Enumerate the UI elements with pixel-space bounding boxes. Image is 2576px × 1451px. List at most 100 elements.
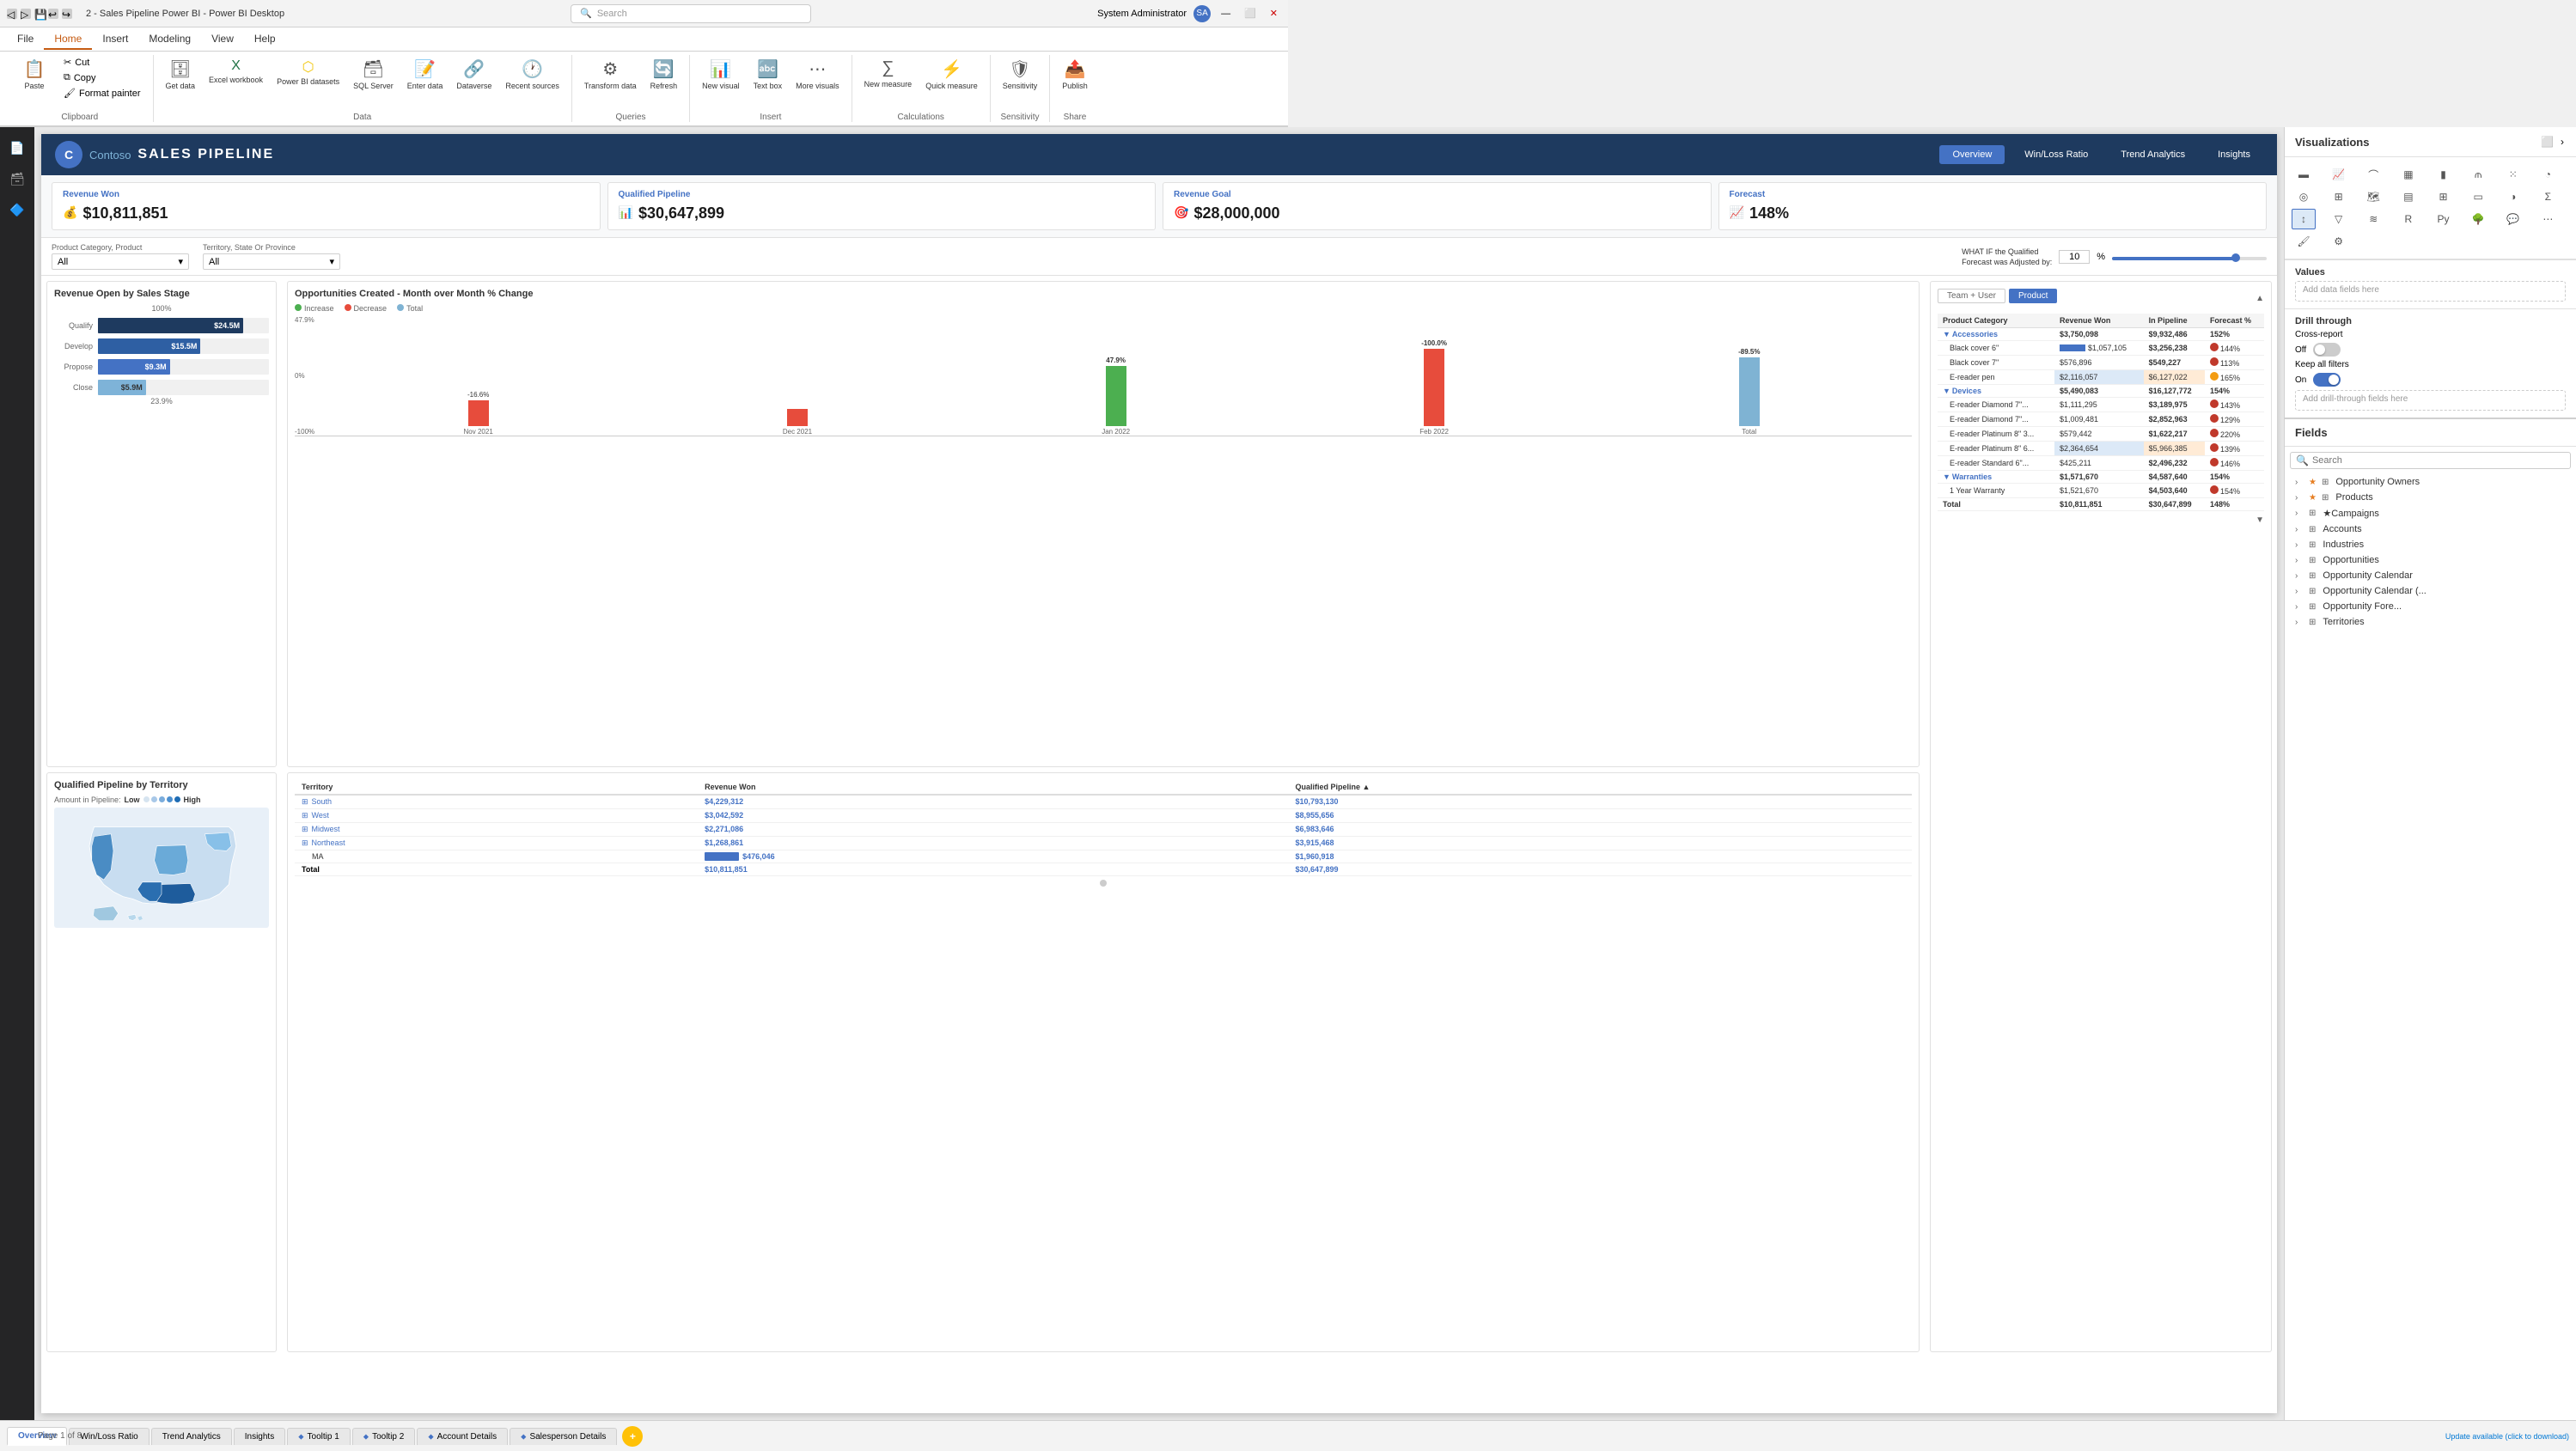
values-drop-zone[interactable]: Add data fields here bbox=[2295, 281, 2566, 302]
new-measure-button[interactable]: ∑ New measure bbox=[859, 55, 918, 93]
viz-card[interactable]: ▭ bbox=[2466, 186, 2490, 207]
tab-product[interactable]: Product bbox=[2009, 289, 2057, 303]
field-products[interactable]: › ★ ⊞ Products bbox=[2285, 490, 2576, 505]
viz-combo-chart[interactable]: ⫙ bbox=[2466, 164, 2490, 185]
tab-account-details[interactable]: ⬥ Account Details bbox=[417, 1428, 508, 1445]
ereader-standard-row[interactable]: E-reader Standard 6"... $425,211 $2,496,… bbox=[1938, 456, 2264, 471]
powerbi-datasets-button[interactable]: ⬡ Power BI datasets bbox=[272, 55, 345, 90]
viz-treemap[interactable]: ⊞ bbox=[2327, 186, 2351, 207]
viz-bar-chart[interactable]: ▬ bbox=[2292, 164, 2316, 185]
paste-button[interactable]: 📋 Paste bbox=[14, 55, 55, 94]
nav-insights[interactable]: Insights bbox=[2205, 145, 2263, 164]
viz-expand-icon[interactable]: ⬜ bbox=[2539, 134, 2555, 149]
viz-python[interactable]: Py bbox=[2432, 209, 2456, 229]
viz-paint[interactable]: 🖌 bbox=[2292, 231, 2316, 252]
redo-btn[interactable]: ↪ bbox=[62, 9, 72, 19]
viz-r-visual[interactable]: R bbox=[2396, 209, 2420, 229]
table-row[interactable]: MA $476,046 $1,960,918 bbox=[295, 850, 1912, 863]
ereader-diamond-7-1-row[interactable]: E-reader Diamond 7"... $1,111,295 $3,189… bbox=[1938, 398, 2264, 412]
viz-waterfall[interactable]: ↕ bbox=[2292, 209, 2316, 229]
get-data-button[interactable]: 🗄 Get data bbox=[161, 55, 201, 94]
status-bar[interactable]: Update available (click to download) bbox=[2284, 1420, 2576, 1451]
devices-row[interactable]: ▼Devices $5,490,083 $16,127,772 154% bbox=[1938, 385, 2264, 398]
field-opportunities[interactable]: › ⊞ Opportunities bbox=[2285, 552, 2576, 568]
field-industries[interactable]: › ⊞ Industries bbox=[2285, 537, 2576, 552]
viz-table[interactable]: ▤ bbox=[2396, 186, 2420, 207]
table-row[interactable]: ⊞South $4,229,312 $10,793,130 bbox=[295, 795, 1912, 809]
viz-funnel[interactable]: ▽ bbox=[2327, 209, 2351, 229]
maximize-btn[interactable]: ⬜ bbox=[1241, 8, 1260, 19]
whatif-input[interactable] bbox=[2059, 250, 2090, 264]
field-opportunity-calendar[interactable]: › ⊞ Opportunity Calendar bbox=[2285, 568, 2576, 583]
sensitivity-button[interactable]: 🛡 Sensitivity bbox=[998, 55, 1043, 94]
copy-button[interactable]: ⧉ Copy bbox=[58, 70, 146, 85]
nav-trend[interactable]: Trend Analytics bbox=[2108, 145, 2198, 164]
accessories-expand[interactable]: ▼ bbox=[1943, 330, 1950, 338]
excel-button[interactable]: X Excel workbook bbox=[204, 55, 268, 88]
1yr-warranty-row[interactable]: 1 Year Warranty $1,521,670 $4,503,640 15… bbox=[1938, 484, 2264, 498]
table-row[interactable]: ⊞Northeast $1,268,861 $3,915,468 bbox=[295, 836, 1912, 850]
black-cover-6-row[interactable]: Black cover 6" $1,057,105 $3,256,238 144… bbox=[1938, 341, 2264, 356]
nav-overview[interactable]: Overview bbox=[1939, 145, 2005, 164]
tab-view[interactable]: View bbox=[201, 29, 244, 50]
table-row[interactable]: ⊞West $3,042,592 $8,955,656 bbox=[295, 808, 1912, 822]
save-btn[interactable]: 💾 bbox=[34, 9, 45, 19]
viz-matrix[interactable]: ⊞ bbox=[2432, 186, 2456, 207]
tab-insights[interactable]: Insights bbox=[234, 1428, 285, 1445]
tab-salesperson-details[interactable]: ⬥ Salesperson Details bbox=[510, 1428, 617, 1445]
nav-winloss[interactable]: Win/Loss Ratio bbox=[2011, 145, 2101, 164]
sql-server-button[interactable]: 🗃 SQL Server bbox=[348, 55, 399, 94]
fields-search-input[interactable] bbox=[2312, 455, 2565, 466]
tab-trend-analytics[interactable]: Trend Analytics bbox=[151, 1428, 232, 1445]
tab-modeling[interactable]: Modeling bbox=[138, 29, 201, 50]
field-opportunity-owners[interactable]: › ★ ⊞ Opportunity Owners bbox=[2285, 474, 2576, 490]
ereader-platinum-6-row[interactable]: E-reader Platinum 8" 6... $2,364,654 $5,… bbox=[1938, 442, 2264, 456]
refresh-button[interactable]: 🔄 Refresh bbox=[645, 55, 683, 94]
tab-tooltip1[interactable]: ⬥ Tooltip 1 bbox=[287, 1428, 351, 1445]
back-btn[interactable]: ◁ bbox=[7, 9, 17, 19]
drill-drop-zone[interactable]: Add drill-through fields here bbox=[2295, 390, 2566, 411]
black-cover-7-row[interactable]: Black cover 7" $576,896 $549,227 113% bbox=[1938, 356, 2264, 370]
viz-stacked-bar[interactable]: ▦ bbox=[2396, 164, 2420, 185]
viz-pie[interactable]: ◔ bbox=[2536, 164, 2560, 185]
viz-kpi[interactable]: Σ bbox=[2536, 186, 2560, 207]
sidebar-data-icon[interactable]: 🗃 bbox=[3, 165, 31, 192]
enter-data-button[interactable]: 📝 Enter data bbox=[402, 55, 449, 94]
tab-team-user[interactable]: Team + User bbox=[1938, 289, 2005, 303]
ereader-pen-row[interactable]: E-reader pen $2,116,057 $6,127,022 165% bbox=[1938, 370, 2264, 385]
ereader-diamond-7-2-row[interactable]: E-reader Diamond 7"... $1,009,481 $2,852… bbox=[1938, 412, 2264, 427]
ereader-platinum-3-row[interactable]: E-reader Platinum 8" 3... $579,442 $1,62… bbox=[1938, 427, 2264, 442]
whatif-slider-thumb[interactable] bbox=[2231, 253, 2240, 262]
viz-column-chart[interactable]: ▮ bbox=[2432, 164, 2456, 185]
viz-area-chart[interactable]: ⌒ bbox=[2361, 164, 2385, 185]
minimize-btn[interactable]: — bbox=[1218, 9, 1234, 19]
recent-sources-button[interactable]: 🕐 Recent sources bbox=[500, 55, 565, 94]
viz-map[interactable]: 🗺 bbox=[2361, 186, 2385, 207]
viz-scatter[interactable]: ⁙ bbox=[2501, 164, 2525, 185]
warranties-row[interactable]: ▼Warranties $1,571,670 $4,587,640 154% bbox=[1938, 471, 2264, 484]
scroll-down-btn[interactable]: ▼ bbox=[2256, 515, 2264, 525]
viz-format[interactable]: ⚙ bbox=[2327, 231, 2351, 252]
new-visual-button[interactable]: 📊 New visual bbox=[697, 55, 745, 94]
forward-btn[interactable]: ▷ bbox=[21, 9, 31, 19]
product-filter-select[interactable]: All ▾ bbox=[52, 253, 189, 270]
viz-decomp-tree[interactable]: 🌳 bbox=[2466, 209, 2490, 229]
cross-report-toggle[interactable] bbox=[2313, 343, 2341, 357]
viz-line-chart[interactable]: 📈 bbox=[2327, 164, 2351, 185]
viz-donut[interactable]: ◎ bbox=[2292, 186, 2316, 207]
tab-tooltip2[interactable]: ⬥ Tooltip 2 bbox=[352, 1428, 416, 1445]
tab-help[interactable]: Help bbox=[244, 29, 286, 50]
close-btn[interactable]: ✕ bbox=[1267, 8, 1281, 19]
format-painter-button[interactable]: 🖌 Format painter bbox=[58, 86, 146, 101]
viz-gauge[interactable]: ◑ bbox=[2501, 186, 2525, 207]
field-opportunity-calendar-2[interactable]: › ⊞ Opportunity Calendar (... bbox=[2285, 583, 2576, 599]
undo-btn[interactable]: ↩ bbox=[48, 9, 58, 19]
more-visuals-button[interactable]: ⋯ More visuals bbox=[791, 55, 845, 94]
tab-home[interactable]: Home bbox=[44, 29, 92, 50]
field-accounts[interactable]: › ⊞ Accounts bbox=[2285, 521, 2576, 537]
text-box-button[interactable]: 🔤 Text box bbox=[748, 55, 788, 94]
field-opportunity-forecast[interactable]: › ⊞ Opportunity Fore... bbox=[2285, 599, 2576, 614]
add-tab-button[interactable]: + bbox=[622, 1426, 643, 1447]
publish-button[interactable]: 📤 Publish bbox=[1057, 55, 1093, 94]
table-row[interactable]: ⊞Midwest $2,271,086 $6,983,646 bbox=[295, 822, 1912, 836]
